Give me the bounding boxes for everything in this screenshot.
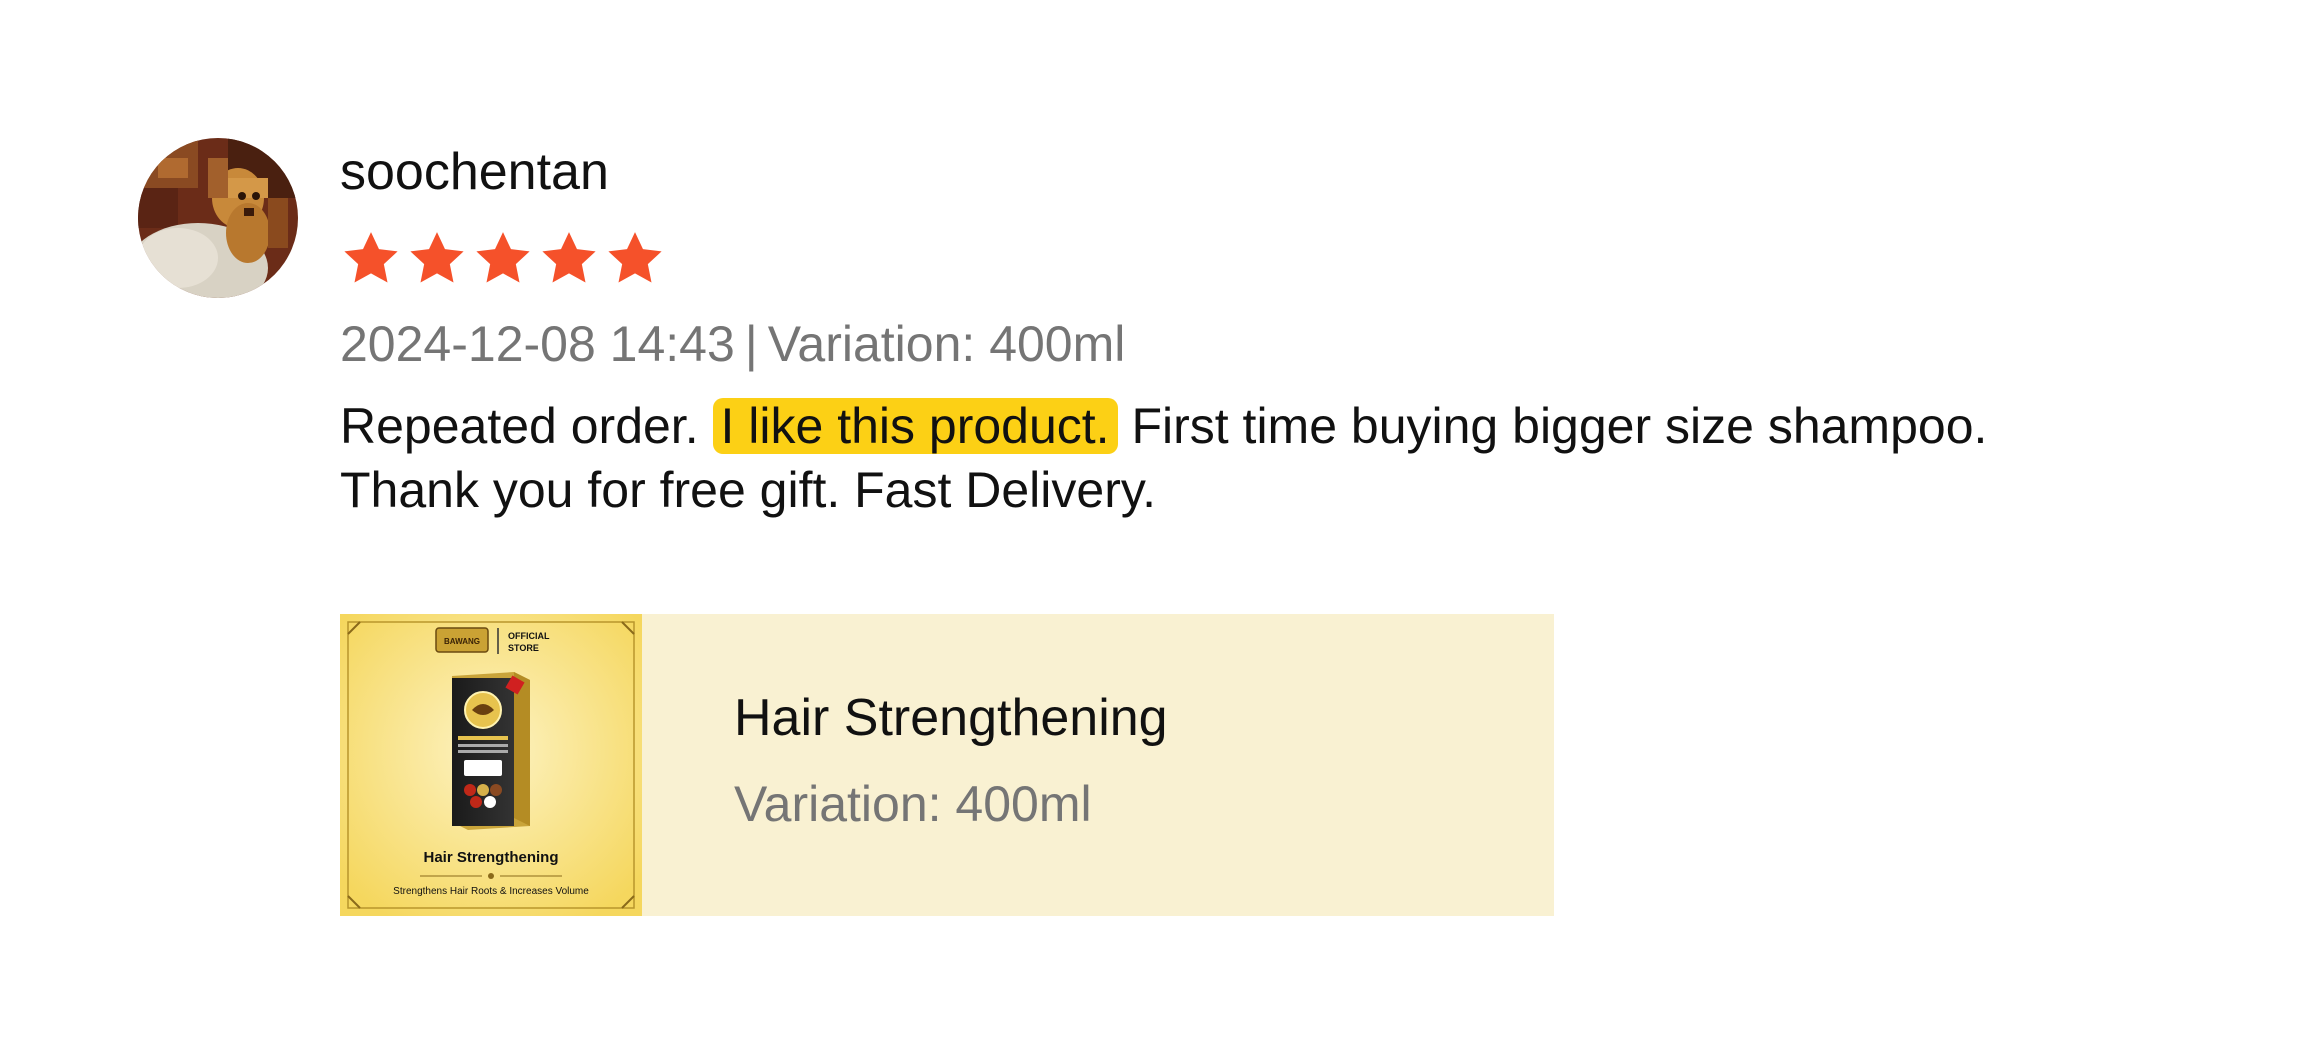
review-text-line-1: Repeated order. I like this product. Fir… (340, 394, 2220, 458)
avatar-image (138, 138, 298, 298)
star-icon (608, 232, 662, 283)
review-variation: Variation: 400ml (767, 316, 1126, 372)
product-image: BAWANG OFFICIAL STORE Hair Strengthening… (340, 614, 642, 916)
review-text-part-1: Repeated order. (340, 398, 699, 454)
star-icon (410, 232, 464, 283)
rating-stars (340, 228, 666, 290)
star-icon (476, 232, 530, 283)
star-icon (542, 232, 596, 283)
thumb-badge-text-1: OFFICIAL (508, 631, 550, 641)
star-icon (344, 232, 398, 283)
review-text: Repeated order. I like this product. Fir… (340, 394, 2220, 522)
highlighted-phrase: I like this product. (712, 398, 1118, 454)
review-text-part-2: First time buying bigger size shampoo. (1131, 398, 1988, 454)
review-meta: 2024-12-08 14:43 | Variation: 400ml (340, 314, 1125, 374)
product-variation: Variation: 400ml (734, 776, 1092, 832)
user-avatar[interactable] (138, 138, 298, 298)
thumb-subtitle-text: Strengthens Hair Roots & Increases Volum… (393, 886, 589, 897)
thumb-title-text: Hair Strengthening (423, 849, 558, 866)
username: soochentan (340, 143, 609, 201)
product-name[interactable]: Hair Strengthening (734, 688, 1168, 748)
product-thumbnail[interactable]: BAWANG OFFICIAL STORE Hair Strengthening… (340, 614, 642, 916)
meta-separator: | (744, 316, 758, 372)
thumb-brand-text: BAWANG (444, 637, 480, 646)
review-date: 2024-12-08 14:43 (340, 316, 735, 372)
thumb-badge-text-2: STORE (508, 643, 539, 653)
review-text-line-2: Thank you for free gift. Fast Delivery. (340, 462, 1157, 518)
product-card[interactable]: BAWANG OFFICIAL STORE Hair Strengthening… (340, 614, 1554, 916)
